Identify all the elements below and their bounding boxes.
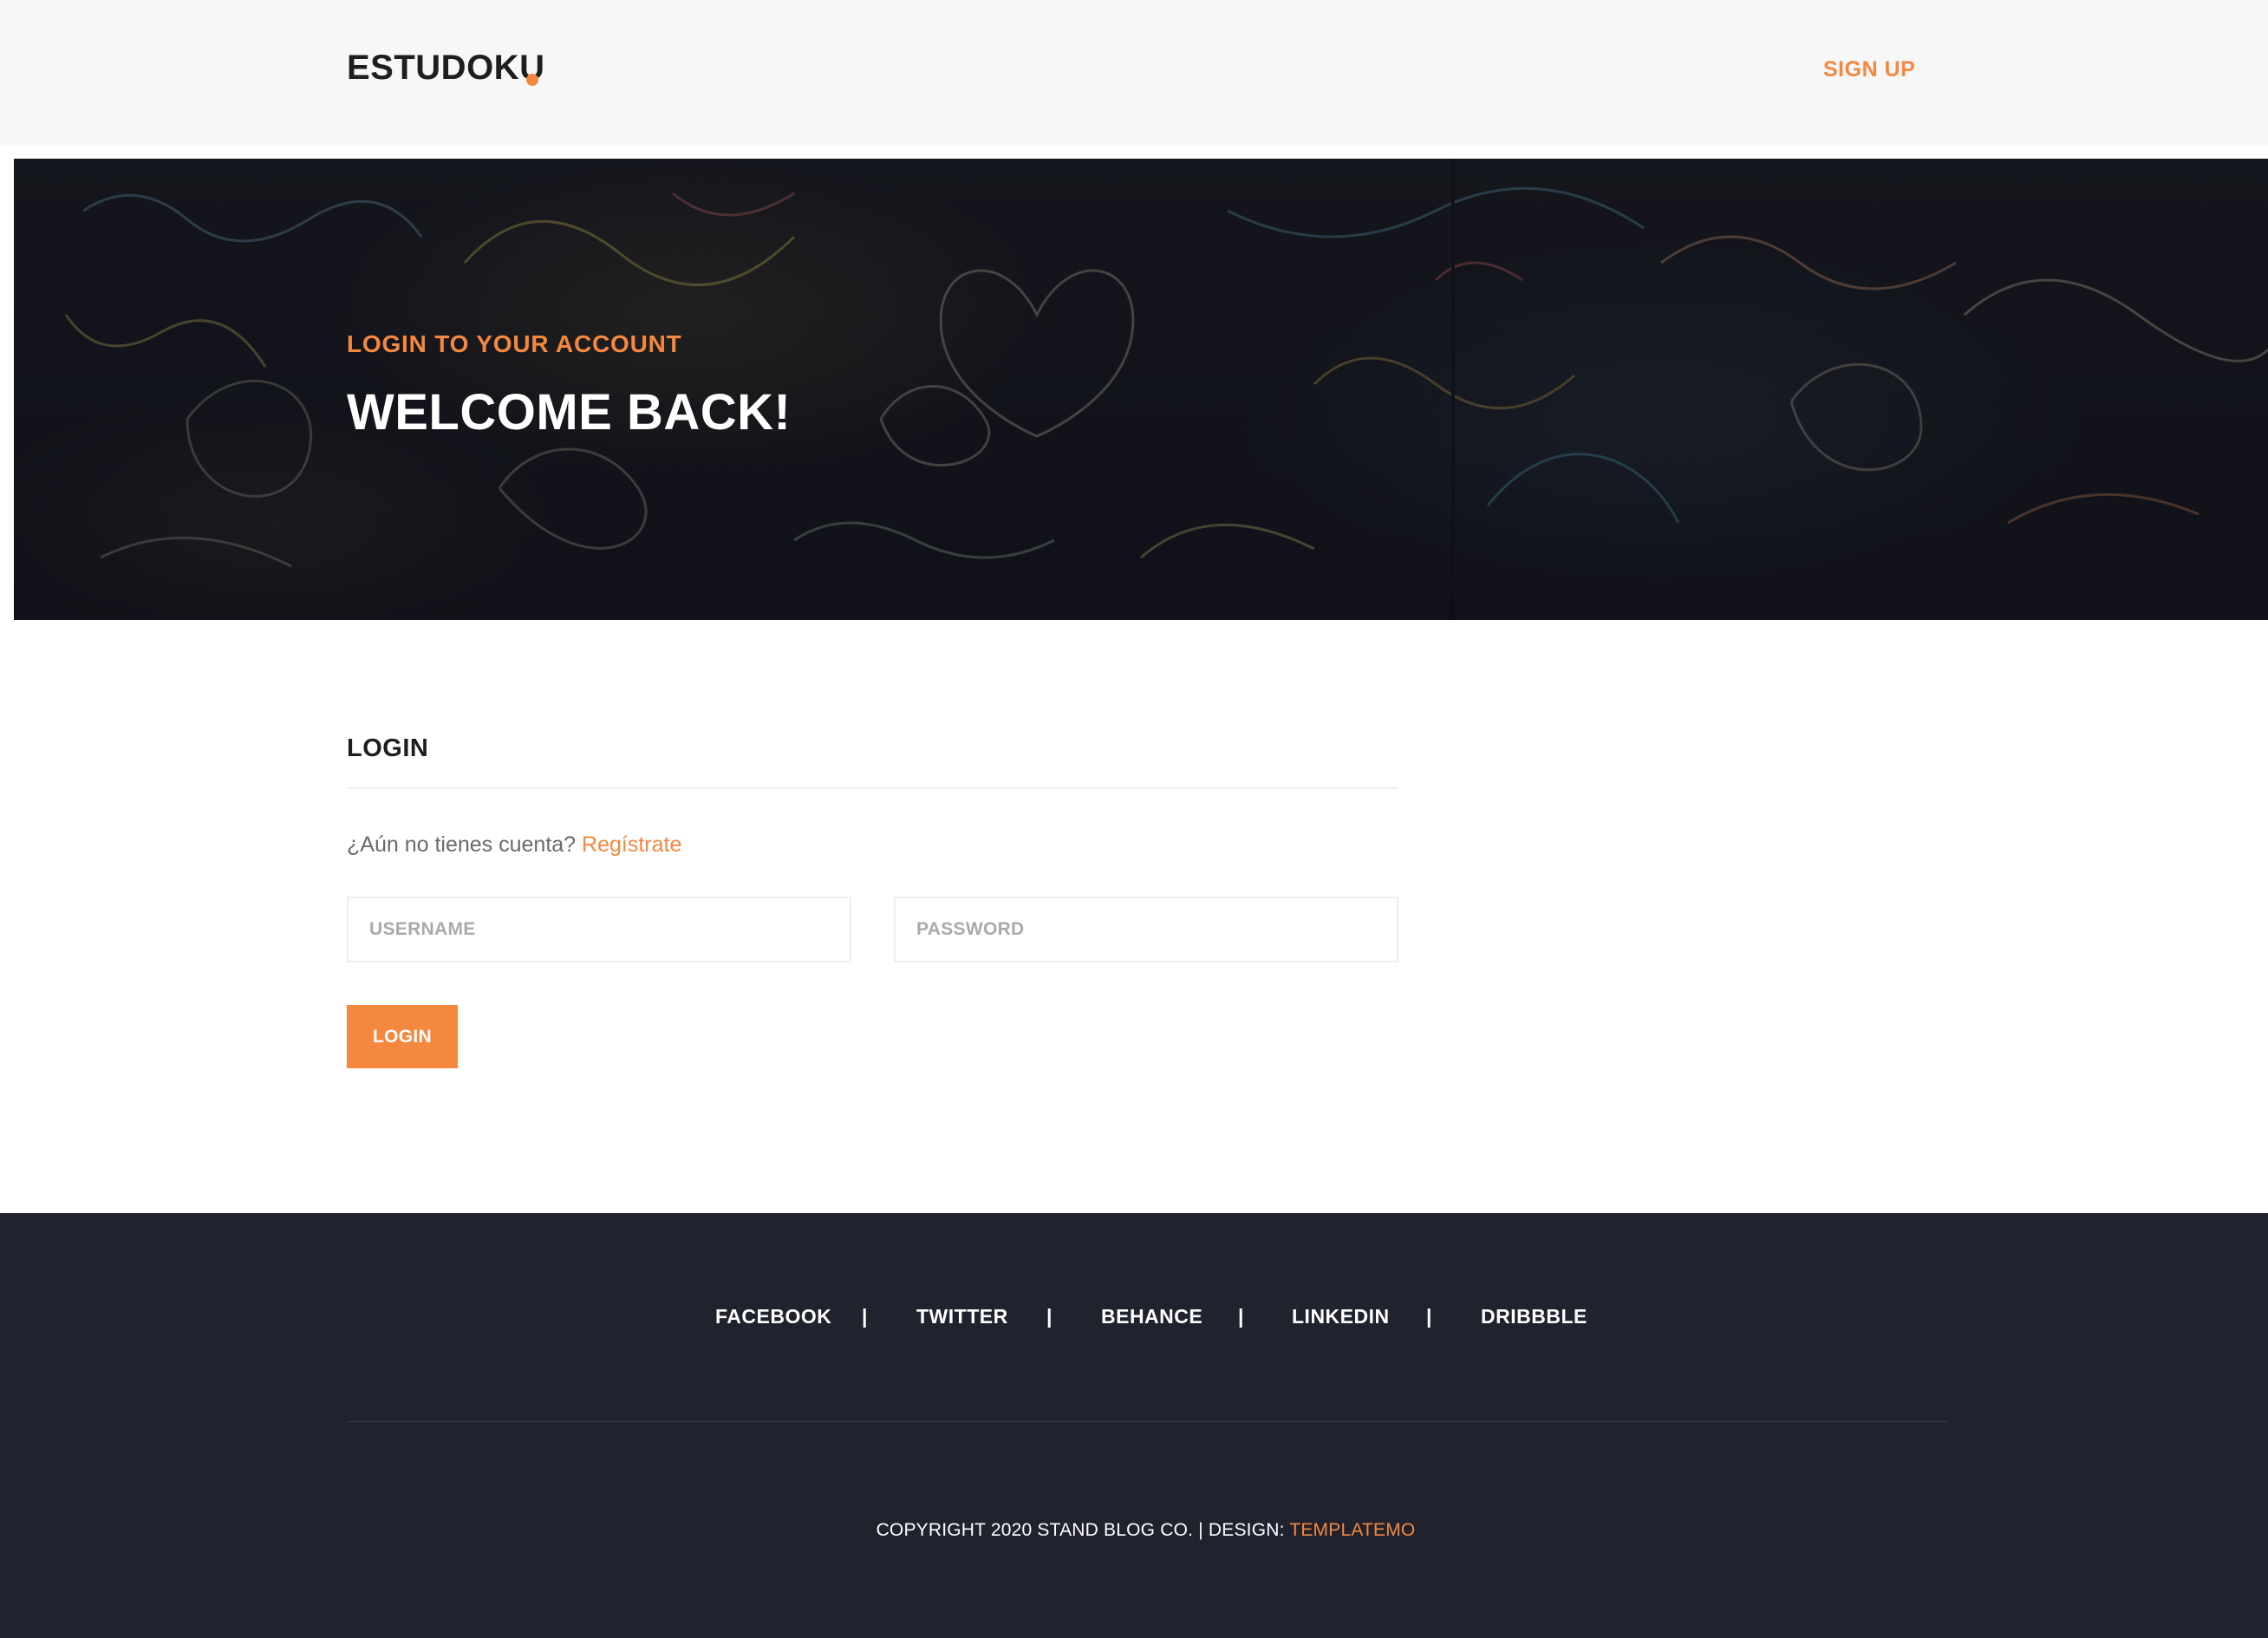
hero-banner: LOGIN TO YOUR ACCOUNT WELCOME BACK! bbox=[14, 159, 2268, 620]
hero-title: WELCOME BACK! bbox=[347, 384, 792, 440]
login-divider bbox=[347, 787, 1398, 789]
social-links: FACEBOOK | TWITTER | BEHANCE | LINKEDIN … bbox=[0, 1307, 2268, 1341]
site-footer: FACEBOOK | TWITTER | BEHANCE | LINKEDIN … bbox=[0, 1213, 2268, 1638]
register-prompt-line: ¿Aún no tienes cuenta? Regístrate bbox=[347, 834, 681, 856]
linkedin-link[interactable]: LINKEDIN bbox=[1292, 1307, 1390, 1327]
facebook-link[interactable]: FACEBOOK bbox=[715, 1307, 831, 1327]
social-separator: | bbox=[1046, 1305, 1053, 1328]
site-logo[interactable]: ESTUDOKU bbox=[347, 50, 544, 85]
copyright-line: COPYRIGHT 2020 STAND BLOG CO. | DESIGN: … bbox=[0, 1521, 2268, 1539]
templatemo-link[interactable]: TEMPLATEMO bbox=[1289, 1520, 1415, 1540]
username-input[interactable] bbox=[347, 897, 851, 963]
hero-subtitle: LOGIN TO YOUR ACCOUNT bbox=[347, 330, 682, 357]
login-heading: LOGIN bbox=[347, 734, 429, 762]
social-separator: | bbox=[862, 1305, 868, 1328]
logo-dot-icon bbox=[526, 74, 538, 86]
login-button[interactable]: LOGIN bbox=[347, 1005, 458, 1068]
register-prompt-text: ¿Aún no tienes cuenta? bbox=[347, 832, 577, 857]
social-separator: | bbox=[1426, 1305, 1432, 1328]
site-header: ESTUDOKU SIGN UP bbox=[0, 0, 2268, 146]
copyright-text: COPYRIGHT 2020 STAND BLOG CO. | DESIGN: bbox=[876, 1520, 1285, 1540]
social-separator: | bbox=[1238, 1305, 1244, 1328]
signup-link[interactable]: SIGN UP bbox=[1823, 59, 1915, 81]
dribbble-link[interactable]: DRIBBBLE bbox=[1481, 1307, 1587, 1327]
behance-link[interactable]: BEHANCE bbox=[1101, 1307, 1202, 1327]
twitter-link[interactable]: TWITTER bbox=[916, 1307, 1008, 1327]
password-input[interactable] bbox=[894, 897, 1398, 963]
footer-divider bbox=[347, 1421, 1947, 1422]
register-link[interactable]: Regístrate bbox=[582, 832, 681, 857]
